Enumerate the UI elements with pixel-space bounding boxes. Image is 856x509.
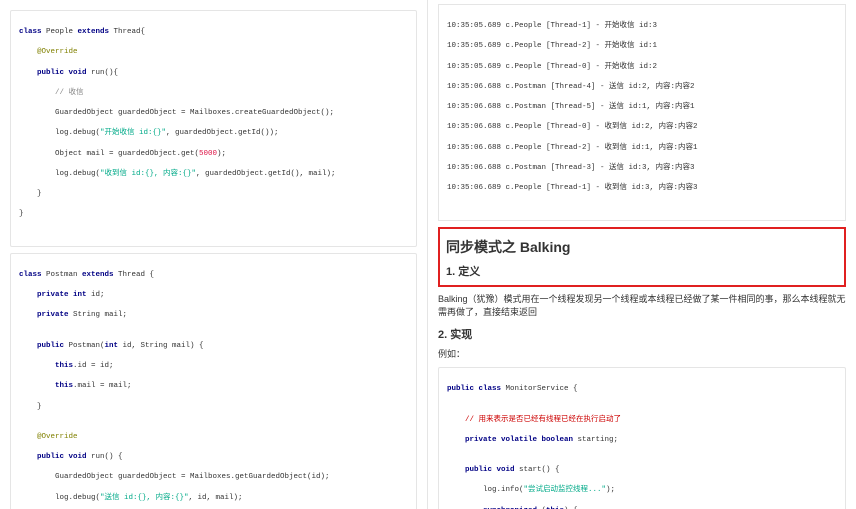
code-people: class People extends Thread{ @Override p… — [10, 10, 417, 247]
balking-heading-box: 同步模式之 Balking 1. 定义 — [438, 227, 846, 287]
h3-definition: 1. 定义 — [446, 263, 838, 279]
log-output: 10:35:05.689 c.People [Thread-1] - 开始收信 … — [438, 4, 846, 221]
left-column: class People extends Thread{ @Override p… — [0, 0, 428, 509]
code-postman: class Postman extends Thread { private i… — [10, 253, 417, 509]
h3-impl: 2. 实现 — [438, 326, 846, 342]
h2-balking: 同步模式之 Balking — [446, 237, 838, 257]
definition-text: Balking（犹豫）模式用在一个线程发现另一个线程或本线程已经做了某一件相同的… — [438, 293, 846, 320]
right-column: 10:35:05.689 c.People [Thread-1] - 开始收信 … — [428, 0, 856, 509]
example-text: 例如： — [438, 348, 846, 362]
code-monitor-service: public class MonitorService { // 用来表示是否已… — [438, 367, 846, 509]
